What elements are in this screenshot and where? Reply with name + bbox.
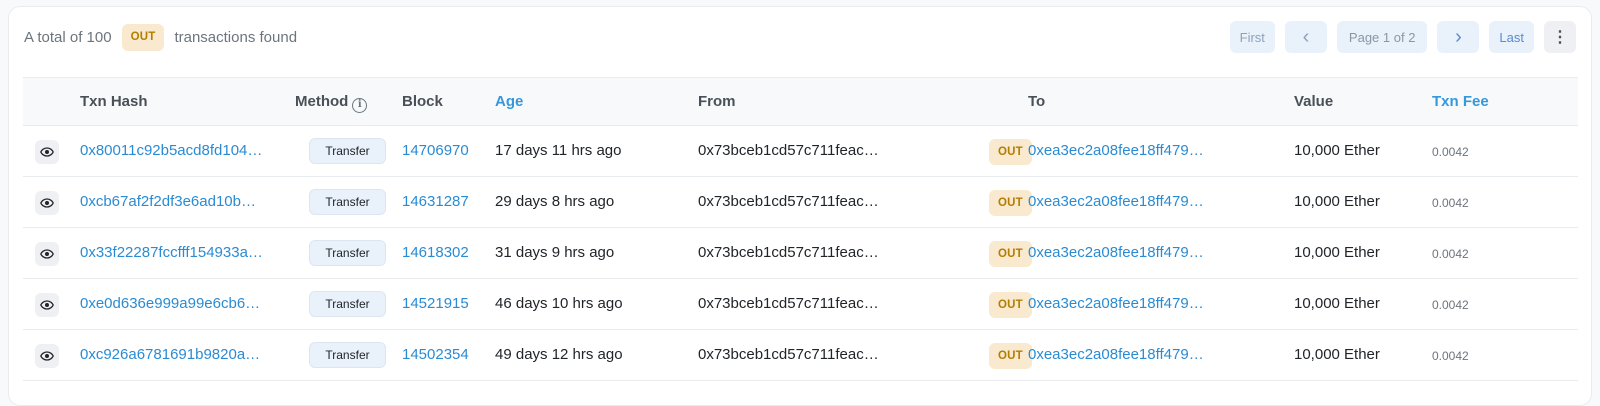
chevron-left-icon: ‹: [1302, 26, 1310, 48]
from-address: 0x73bceb1cd57c711feac…: [698, 142, 879, 159]
summary-out-badge: OUT: [121, 23, 165, 51]
txn-fee-text: 0.0042: [1432, 145, 1469, 159]
txn-hash-link[interactable]: 0xe0d636e999a99e6cb6…: [80, 295, 275, 313]
col-age[interactable]: Age: [495, 93, 523, 110]
table-row: 0xc926a6781691b9820a… Transfer 14502354 …: [23, 330, 1578, 381]
method-badge: Transfer: [309, 138, 386, 164]
col-to: To: [1028, 93, 1046, 110]
last-page-button[interactable]: Last: [1489, 21, 1534, 53]
to-address-link[interactable]: 0xea3ec2a08fee18ff479…: [1028, 244, 1204, 262]
summary-suffix: transactions found: [174, 28, 298, 46]
preview-button[interactable]: [35, 140, 59, 164]
chevron-right-icon: ›: [1455, 26, 1462, 48]
direction-badge: OUT: [989, 241, 1032, 267]
txn-hash-link[interactable]: 0x80011c92b5acd8fd104…: [80, 142, 275, 160]
previous-page-button[interactable]: ‹: [1284, 21, 1327, 53]
block-link[interactable]: 14631287: [402, 193, 469, 211]
from-address: 0x73bceb1cd57c711feac…: [698, 346, 879, 363]
info-icon[interactable]: i: [352, 98, 368, 113]
txn-hash-link[interactable]: 0xcb67af2f2df3e6ad10b…: [80, 193, 275, 211]
block-link[interactable]: 14706970: [402, 142, 469, 160]
to-address-link[interactable]: 0xea3ec2a08fee18ff479…: [1028, 193, 1204, 211]
transactions-summary: A total of 100 OUT transactions found: [24, 23, 297, 51]
age-text: 49 days 12 hrs ago: [495, 346, 623, 363]
col-method-label: Method: [295, 93, 349, 110]
block-link[interactable]: 14521915: [402, 295, 469, 313]
eye-icon: [40, 351, 54, 361]
summary-prefix: A total of 100: [24, 28, 112, 46]
table-header: Txn Hash Method i Block Age From To Value…: [23, 78, 1578, 126]
value-text: 10,000 Ether: [1294, 244, 1380, 261]
col-txn-hash: Txn Hash: [80, 93, 148, 110]
txn-fee-text: 0.0042: [1432, 298, 1469, 312]
more-options-button[interactable]: ⋮: [1544, 21, 1576, 53]
direction-badge: OUT: [989, 292, 1032, 318]
col-block: Block: [402, 93, 443, 110]
direction-badge: OUT: [989, 139, 1032, 165]
eye-icon: [40, 249, 54, 259]
preview-button[interactable]: [35, 242, 59, 266]
age-text: 31 days 9 hrs ago: [495, 244, 615, 261]
to-address-link[interactable]: 0xea3ec2a08fee18ff479…: [1028, 295, 1204, 313]
value-text: 10,000 Ether: [1294, 193, 1380, 210]
direction-badge: OUT: [989, 190, 1032, 216]
preview-button[interactable]: [35, 191, 59, 215]
age-text: 29 days 8 hrs ago: [495, 193, 615, 210]
table-row: 0xe0d636e999a99e6cb6… Transfer 14521915 …: [23, 279, 1578, 330]
from-address: 0x73bceb1cd57c711feac…: [698, 244, 879, 261]
method-badge: Transfer: [309, 291, 386, 317]
method-badge: Transfer: [309, 342, 386, 368]
direction-badge: OUT: [989, 343, 1032, 369]
table-row: 0x33f22287fccfff154933a… Transfer 146183…: [23, 228, 1578, 279]
txn-hash-link[interactable]: 0x33f22287fccfff154933a…: [80, 244, 275, 262]
eye-icon: [40, 300, 54, 310]
value-text: 10,000 Ether: [1294, 142, 1380, 159]
value-text: 10,000 Ether: [1294, 295, 1380, 312]
from-address: 0x73bceb1cd57c711feac…: [698, 193, 879, 210]
txn-fee-text: 0.0042: [1432, 196, 1469, 210]
col-txn-fee[interactable]: Txn Fee: [1432, 93, 1489, 110]
value-text: 10,000 Ether: [1294, 346, 1380, 363]
block-link[interactable]: 14502354: [402, 346, 469, 364]
pagination: First ‹ Page 1 of 2 › Last ⋮: [1220, 21, 1576, 53]
age-text: 46 days 10 hrs ago: [495, 295, 623, 312]
txn-fee-text: 0.0042: [1432, 349, 1469, 363]
preview-button[interactable]: [35, 344, 59, 368]
col-value: Value: [1294, 93, 1334, 110]
col-from: From: [698, 93, 736, 110]
age-text: 17 days 11 hrs ago: [495, 142, 622, 159]
transactions-card: A total of 100 OUT transactions found Fi…: [8, 6, 1592, 406]
eye-icon: [40, 147, 54, 157]
next-page-button[interactable]: ›: [1437, 21, 1480, 53]
from-address: 0x73bceb1cd57c711feac…: [698, 295, 879, 312]
txn-hash-link[interactable]: 0xc926a6781691b9820a…: [80, 346, 275, 364]
txn-fee-text: 0.0042: [1432, 247, 1469, 261]
page-indicator: Page 1 of 2: [1336, 21, 1428, 53]
to-address-link[interactable]: 0xea3ec2a08fee18ff479…: [1028, 346, 1204, 364]
block-link[interactable]: 14618302: [402, 244, 469, 262]
to-address-link[interactable]: 0xea3ec2a08fee18ff479…: [1028, 142, 1204, 160]
preview-button[interactable]: [35, 293, 59, 317]
table-row: 0xcb67af2f2df3e6ad10b… Transfer 14631287…: [23, 177, 1578, 228]
more-vertical-icon: ⋮: [1552, 29, 1568, 46]
table-body: 0x80011c92b5acd8fd104… Transfer 14706970…: [23, 126, 1578, 381]
first-page-button[interactable]: First: [1229, 21, 1275, 53]
col-method: Method i: [295, 93, 368, 113]
table-row: 0x80011c92b5acd8fd104… Transfer 14706970…: [23, 126, 1578, 177]
method-badge: Transfer: [309, 240, 386, 266]
method-badge: Transfer: [309, 189, 386, 215]
transactions-table: Txn Hash Method i Block Age From To Value…: [23, 77, 1578, 381]
eye-icon: [40, 198, 54, 208]
